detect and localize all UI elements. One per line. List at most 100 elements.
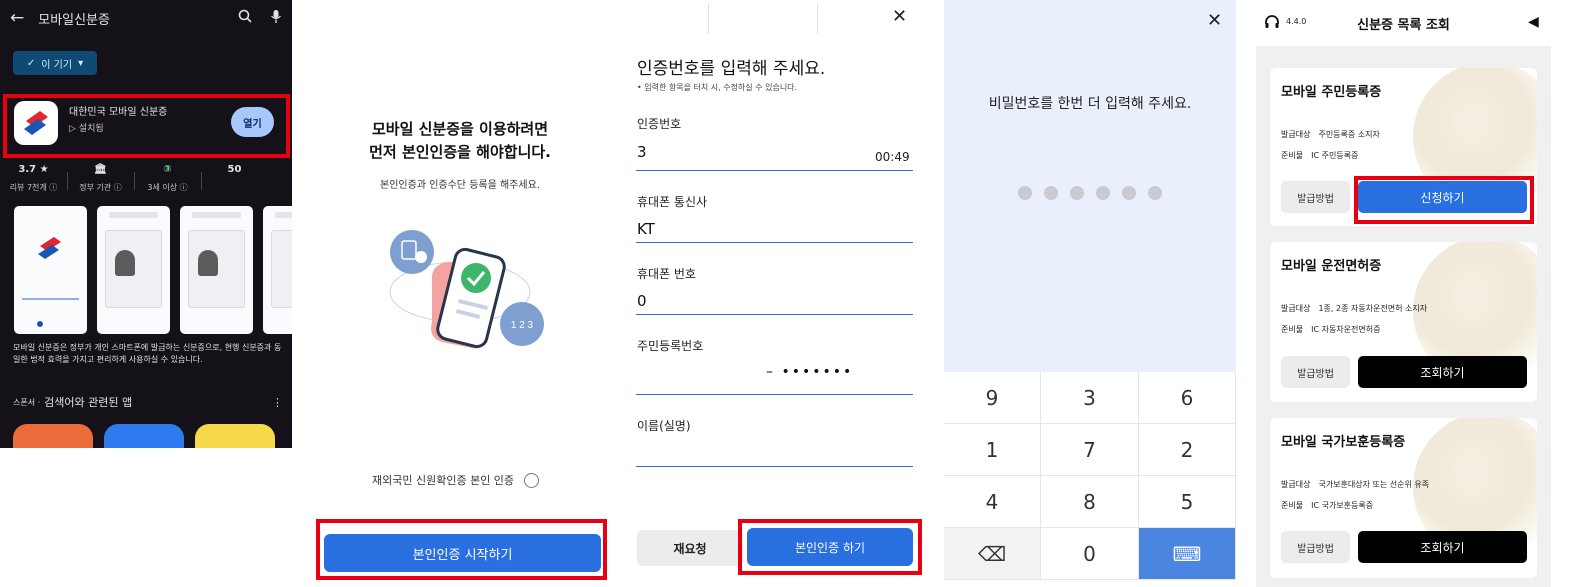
screenshot-thumbnail[interactable] bbox=[263, 206, 292, 334]
required-row: 준비물 IC 국가보훈등록증 bbox=[1281, 501, 1374, 510]
screenshot-thumbnail[interactable] bbox=[14, 206, 87, 334]
carrier-label: 휴대폰 통신사 bbox=[637, 195, 708, 209]
sponsor-label: 스폰서 · bbox=[13, 397, 41, 407]
phone-verification-illustration: 1 2 3 bbox=[389, 230, 544, 349]
form-hint: • 입력한 항목을 터치 시, 수정하실 수 있습니다. bbox=[637, 83, 798, 92]
dropdown-icon: ▾ bbox=[78, 57, 84, 69]
related-app-icon[interactable] bbox=[13, 424, 93, 448]
card-name: 모바일 국가보훈등록증 bbox=[1281, 435, 1406, 450]
key-9[interactable]: 9 bbox=[944, 372, 1041, 424]
downloads-stat: 50 bbox=[201, 164, 268, 198]
pin-dot bbox=[1096, 186, 1110, 200]
close-icon[interactable]: ✕ bbox=[1207, 10, 1222, 31]
app-description: 모바일 신분증은 정부가 개인 스마트폰에 발급하는 신분증으로, 현행 신분증… bbox=[13, 343, 282, 364]
pin-dots bbox=[1018, 186, 1162, 200]
rrn-label: 주민등록번호 bbox=[637, 339, 704, 353]
issue-method-button[interactable]: 발급방법 bbox=[1281, 356, 1350, 388]
close-icon[interactable]: ✕ bbox=[892, 6, 907, 27]
keyboard-switch-icon[interactable]: ⌨ bbox=[1139, 528, 1236, 580]
related-app-icon[interactable] bbox=[104, 424, 184, 448]
related-apps-title: 검색어와 관련된 앱 bbox=[44, 396, 133, 409]
check-icon: ✓ bbox=[26, 57, 36, 69]
back-arrow-icon[interactable]: ← bbox=[10, 8, 24, 28]
key-0[interactable]: 0 bbox=[1041, 528, 1139, 580]
id-list-panel: 4.4.0 신분증 목록 조회 ◀︎ 모바일 주민등록증 발급대상 주민등록증 소… bbox=[1256, 0, 1551, 587]
age-rating-stat[interactable]: ③ 3세 이상 ⓘ bbox=[134, 164, 201, 198]
countdown-timer: 00:49 bbox=[875, 150, 910, 164]
more-options-icon[interactable]: ⋮ bbox=[272, 396, 283, 409]
intro-subtitle: 본인인증과 인증수단 등록을 해주세요. bbox=[380, 180, 540, 191]
search-bar: ← 모바일신분증 bbox=[0, 0, 292, 36]
key-1[interactable]: 1 bbox=[944, 424, 1041, 476]
carrier-field[interactable]: KT bbox=[637, 220, 655, 238]
card-name: 모바일 운전면허증 bbox=[1281, 259, 1382, 274]
input-underline bbox=[636, 170, 913, 171]
required-row: 준비물 IC 자동차운전면허증 bbox=[1281, 325, 1381, 334]
resend-code-button[interactable]: 재요청 bbox=[637, 530, 743, 566]
verification-form-panel: ✕ 인증번호를 입력해 주세요. • 입력한 항목을 터치 시, 수정하실 수 … bbox=[628, 0, 924, 587]
issue-method-button[interactable]: 발급방법 bbox=[1281, 531, 1350, 563]
form-heading: 인증번호를 입력해 주세요. bbox=[637, 59, 826, 79]
pin-dot bbox=[1148, 186, 1162, 200]
highlight-box bbox=[3, 94, 290, 158]
pin-prompt: 비밀번호를 한번 더 입력해 주세요. bbox=[988, 96, 1192, 112]
screenshot-thumbnail[interactable] bbox=[97, 206, 170, 334]
badge-number: 1 2 3 bbox=[511, 320, 534, 331]
microphone-icon[interactable] bbox=[270, 9, 282, 28]
key-5[interactable]: 5 bbox=[1139, 476, 1236, 528]
phone-field[interactable]: 0 bbox=[637, 292, 647, 310]
issue-target-row: 발급대상 주민등록증 소지자 bbox=[1281, 130, 1380, 139]
foreign-option-label: 재외국민 신원확인증 본인 인증 bbox=[372, 474, 515, 487]
lookup-button[interactable]: 조회하기 bbox=[1358, 531, 1527, 563]
related-app-icon[interactable] bbox=[195, 424, 275, 448]
id-card-veterans: 모바일 국가보훈등록증 발급대상 국가보훈대상자 또는 선순위 유족 준비물 IC … bbox=[1270, 418, 1537, 578]
developer-stat[interactable]: 🏛 정부 기관 ⓘ bbox=[67, 164, 134, 198]
screenshot-carousel[interactable] bbox=[14, 206, 292, 334]
key-6[interactable]: 6 bbox=[1139, 372, 1236, 424]
pin-dot bbox=[1018, 186, 1032, 200]
drag-handle bbox=[708, 4, 818, 34]
search-input[interactable]: 모바일신분증 bbox=[38, 9, 220, 28]
device-filter-chip[interactable]: ✓ 이 기기 ▾ bbox=[13, 51, 97, 75]
key-4[interactable]: 4 bbox=[944, 476, 1041, 528]
page-title: 신분증 목록 조회 bbox=[1357, 18, 1450, 33]
auth-intro-panel: 모바일 신분증을 이용하려면 먼저 본인인증을 해야합니다. 본인인증과 인증수… bbox=[310, 0, 610, 587]
key-7[interactable]: 7 bbox=[1041, 424, 1139, 476]
related-apps-header: 스폰서 · 검색어와 관련된 앱 ⋮ bbox=[13, 394, 283, 410]
header-bar: 4.4.0 신분증 목록 조회 ◀︎ bbox=[1256, 0, 1551, 46]
issue-method-button[interactable]: 발급방법 bbox=[1281, 181, 1350, 213]
highlight-box bbox=[738, 519, 922, 575]
card-name: 모바일 주민등록증 bbox=[1281, 85, 1382, 100]
screenshot-thumbnail[interactable] bbox=[180, 206, 253, 334]
highlight-box bbox=[316, 519, 607, 580]
pin-entry-panel: ✕ 비밀번호를 한번 더 입력해 주세요. 9 3 6 1 7 2 4 8 5 … bbox=[944, 0, 1236, 580]
foreign-national-option[interactable]: 재외국민 신원확인증 본인 인증 bbox=[372, 472, 540, 488]
issue-target-row: 발급대상 국가보훈대상자 또는 선순위 유족 bbox=[1281, 480, 1430, 489]
rating-stat[interactable]: 3.7 ★ 리뷰 7천개 ⓘ bbox=[0, 164, 67, 198]
code-label: 인증번호 bbox=[637, 117, 682, 131]
code-input[interactable]: 3 bbox=[637, 143, 647, 161]
rrn-field[interactable]: – ••••••• bbox=[766, 364, 853, 380]
pin-dot bbox=[1070, 186, 1084, 200]
key-8[interactable]: 8 bbox=[1041, 476, 1139, 528]
input-underline bbox=[636, 466, 913, 467]
issue-target-row: 발급대상 1종, 2종 자동차운전면허 소지자 bbox=[1281, 304, 1428, 313]
lookup-button[interactable]: 조회하기 bbox=[1358, 356, 1527, 388]
input-underline bbox=[636, 394, 913, 395]
speaker-icon[interactable]: ◀︎ bbox=[1528, 14, 1539, 30]
phone-label: 휴대폰 번호 bbox=[637, 267, 697, 281]
input-underline bbox=[636, 242, 913, 243]
name-label: 이름(실명) bbox=[637, 419, 691, 433]
key-2[interactable]: 2 bbox=[1139, 424, 1236, 476]
id-card-driver-license: 모바일 운전면허증 발급대상 1종, 2종 자동차운전면허 소지자 준비물 IC 자… bbox=[1270, 242, 1537, 402]
intro-title: 모바일 신분증을 이용하려면 먼저 본인인증을 해야합니다. bbox=[369, 120, 551, 161]
input-underline bbox=[636, 314, 913, 315]
pin-dot bbox=[1044, 186, 1058, 200]
search-icon[interactable] bbox=[238, 9, 252, 27]
app-stats: 3.7 ★ 리뷰 7천개 ⓘ 🏛 정부 기관 ⓘ ③ 3세 이상 ⓘ 50 bbox=[0, 164, 292, 198]
key-3[interactable]: 3 bbox=[1041, 372, 1139, 424]
foreign-option-radio[interactable] bbox=[524, 472, 540, 488]
number-keypad: 9 3 6 1 7 2 4 8 5 ⌫ 0 ⌨ bbox=[944, 372, 1236, 580]
backspace-icon[interactable]: ⌫ bbox=[944, 528, 1041, 580]
pin-dot bbox=[1122, 186, 1136, 200]
